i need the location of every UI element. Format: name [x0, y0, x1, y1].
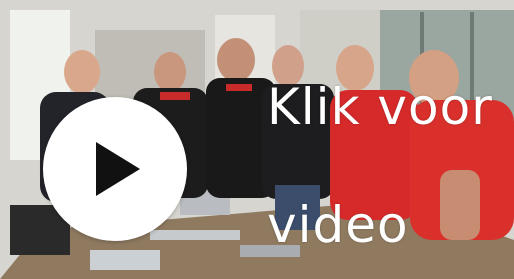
video-player[interactable]: Klik voor video — [0, 0, 514, 279]
overlay-title-line-1[interactable]: Klik voor — [267, 78, 493, 136]
play-icon — [96, 142, 140, 196]
play-button[interactable] — [43, 97, 187, 241]
overlay-title-line-2[interactable]: video — [267, 196, 409, 254]
